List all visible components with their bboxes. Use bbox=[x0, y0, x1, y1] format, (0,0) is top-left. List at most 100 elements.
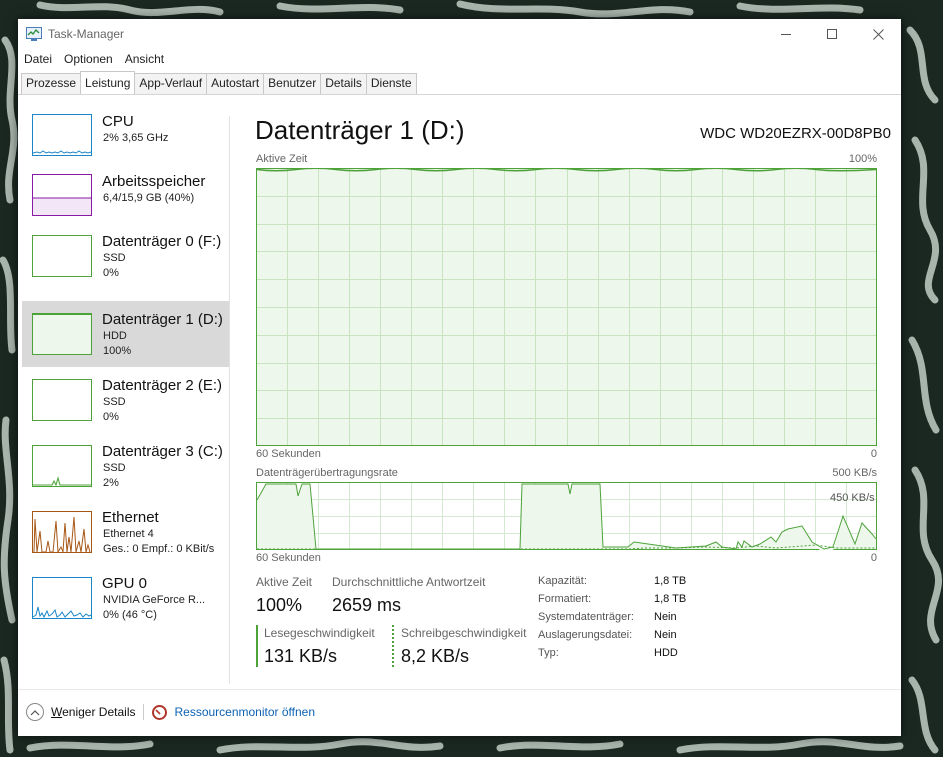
sidebar-item-cpu[interactable]: CPU 2% 3,65 GHz bbox=[22, 103, 229, 169]
sidebar-item-detail: 2% 3,65 GHz bbox=[103, 132, 169, 144]
write-speed-indicator bbox=[392, 625, 394, 667]
page-file-label: Auslagerungsdatei: bbox=[538, 629, 633, 641]
transfer-rate-graph-min: 0 bbox=[870, 552, 877, 564]
sidebar-item-disk-0[interactable]: Datenträger 0 (F:) SSD 0% bbox=[22, 233, 229, 301]
cpu-thumbnail-graph bbox=[32, 114, 92, 156]
sidebar-item-usage: 0% bbox=[103, 267, 119, 279]
active-time-graph-label: Aktive Zeit bbox=[256, 153, 308, 165]
menu-view[interactable]: Ansicht bbox=[119, 50, 170, 70]
sidebar-item-type: SSD bbox=[103, 252, 126, 264]
open-resource-monitor-link[interactable]: Ressourcenmonitor öffnen bbox=[174, 705, 315, 719]
sidebar-item-title: Datenträger 2 (E:) bbox=[102, 377, 223, 394]
performance-sidebar: CPU 2% 3,65 GHz Arbeitsspeicher 6,4/15,9… bbox=[22, 103, 229, 631]
tab-users[interactable]: Benutzer bbox=[263, 73, 322, 94]
sidebar-item-title: GPU 0 bbox=[102, 575, 148, 592]
tab-processes[interactable]: Prozesse bbox=[21, 73, 82, 94]
read-speed-indicator bbox=[256, 625, 258, 667]
sidebar-item-model: NVIDIA GeForce R... bbox=[103, 594, 206, 606]
memory-thumbnail-graph bbox=[32, 174, 92, 216]
sidebar-item-usage: 0% (46 °C) bbox=[103, 609, 157, 621]
sidebar-item-type: SSD bbox=[103, 396, 126, 408]
disk-title: Datenträger 1 (D:) bbox=[255, 115, 465, 145]
transfer-rate-graph-max: 500 KB/s bbox=[832, 467, 877, 479]
transfer-rate-graph-label: Datenträgerübertragungsrate bbox=[256, 467, 398, 479]
fewer-details-button[interactable] bbox=[26, 703, 44, 721]
resource-monitor-icon bbox=[152, 704, 168, 720]
task-manager-app-icon bbox=[26, 27, 42, 41]
disk-0-thumbnail-graph bbox=[32, 235, 92, 277]
capacity-value: 1,8 TB bbox=[654, 575, 687, 587]
title-bar[interactable]: Task-Manager bbox=[18, 19, 901, 49]
transfer-rate-graph-duration: 60 Sekunden bbox=[256, 552, 321, 564]
footer: Weniger Details Ressourcenmonitor öffnen bbox=[26, 702, 315, 722]
write-speed-value: 8,2 KB/s bbox=[401, 646, 470, 666]
transfer-rate-graph-secondary-scale: 450 KB/s bbox=[830, 492, 875, 504]
menu-file[interactable]: Datei bbox=[18, 50, 58, 70]
window-title: Task-Manager bbox=[48, 27, 125, 41]
system-disk-label: Systemdatenträger: bbox=[538, 611, 634, 623]
active-time-graph bbox=[256, 168, 877, 446]
active-time-graph-duration: 60 Sekunden bbox=[256, 448, 321, 460]
sidebar-item-disk-1[interactable]: Datenträger 1 (D:) HDD 100% bbox=[22, 301, 229, 367]
sidebar-divider bbox=[229, 116, 230, 684]
formatted-label: Formatiert: bbox=[538, 593, 592, 605]
sidebar-item-throughput: Ges.: 0 Empf.: 0 KBit/s bbox=[103, 543, 215, 555]
footer-separator bbox=[143, 704, 145, 720]
sidebar-item-ethernet[interactable]: Ethernet Ethernet 4 Ges.: 0 Empf.: 0 KBi… bbox=[22, 499, 229, 565]
sidebar-item-title: Datenträger 3 (C:) bbox=[102, 443, 223, 460]
minimize-button[interactable] bbox=[763, 19, 809, 49]
chevron-up-icon bbox=[30, 709, 40, 715]
menu-options[interactable]: Optionen bbox=[58, 50, 119, 70]
sidebar-item-gpu[interactable]: GPU 0 NVIDIA GeForce R... 0% (46 °C) bbox=[22, 565, 229, 631]
transfer-rate-graph bbox=[256, 482, 877, 550]
tab-app-history[interactable]: App-Verlauf bbox=[134, 73, 208, 94]
disk-3-thumbnail-graph bbox=[32, 445, 92, 487]
close-icon bbox=[872, 28, 884, 40]
fewer-details-mnemonic: W bbox=[51, 705, 63, 719]
menu-bar: Datei Optionen Ansicht bbox=[18, 50, 170, 70]
sidebar-item-title: Ethernet bbox=[102, 509, 159, 526]
sidebar-item-usage: 2% bbox=[103, 477, 119, 489]
disk-1-thumbnail-graph bbox=[32, 313, 92, 355]
write-speed-label: Schreibgeschwindigkeit bbox=[401, 626, 527, 640]
active-time-label: Aktive Zeit bbox=[256, 575, 313, 589]
formatted-value: 1,8 TB bbox=[654, 593, 687, 605]
sidebar-item-usage: 0% bbox=[103, 411, 119, 423]
sidebar-item-type: SSD bbox=[103, 462, 126, 474]
sidebar-item-usage: 100% bbox=[103, 345, 132, 357]
tab-startup[interactable]: Autostart bbox=[206, 73, 265, 94]
type-value: HDD bbox=[654, 647, 678, 659]
disk-model: WDC WD20EZRX-00D8PB0 bbox=[700, 125, 891, 142]
gpu-thumbnail-graph bbox=[32, 577, 92, 619]
avg-response-time-label: Durchschnittliche Antwortzeit bbox=[332, 575, 486, 589]
close-button[interactable] bbox=[855, 19, 901, 49]
maximize-icon bbox=[827, 29, 837, 39]
footer-divider bbox=[18, 689, 901, 690]
tab-details[interactable]: Details bbox=[320, 73, 367, 94]
sidebar-item-disk-2[interactable]: Datenträger 2 (E:) SSD 0% bbox=[22, 367, 229, 433]
sidebar-item-adapter: Ethernet 4 bbox=[103, 528, 154, 540]
maximize-button[interactable] bbox=[809, 19, 855, 49]
tab-bar: Prozesse Leistung App-Verlauf Autostart … bbox=[21, 71, 417, 94]
active-time-graph-max: 100% bbox=[848, 153, 877, 165]
page-file-value: Nein bbox=[654, 629, 677, 641]
tab-performance[interactable]: Leistung bbox=[80, 71, 136, 94]
tab-services[interactable]: Dienste bbox=[365, 73, 417, 94]
fewer-details-link[interactable]: Weniger Details bbox=[51, 705, 135, 719]
sidebar-item-memory[interactable]: Arbeitsspeicher 6,4/15,9 GB (40%) bbox=[22, 169, 229, 235]
ethernet-thumbnail-graph bbox=[32, 511, 92, 553]
sidebar-item-type: HDD bbox=[103, 330, 127, 342]
tab-divider bbox=[18, 94, 901, 95]
sidebar-item-title: Datenträger 1 (D:) bbox=[102, 311, 223, 328]
sidebar-item-title: Arbeitsspeicher bbox=[102, 173, 206, 190]
sidebar-item-title: CPU bbox=[102, 113, 134, 130]
read-speed-value: 131 KB/s bbox=[264, 646, 338, 666]
fewer-details-text: eniger Details bbox=[62, 705, 136, 719]
type-label: Typ: bbox=[538, 647, 559, 659]
task-manager-window: Task-Manager Datei Optionen Ansicht Proz… bbox=[18, 19, 901, 736]
active-time-graph-min: 0 bbox=[870, 448, 877, 460]
sidebar-item-title: Datenträger 0 (F:) bbox=[102, 233, 222, 250]
capacity-label: Kapazität: bbox=[538, 575, 587, 587]
sidebar-item-disk-3[interactable]: Datenträger 3 (C:) SSD 2% bbox=[22, 433, 229, 499]
sidebar-item-detail: 6,4/15,9 GB (40%) bbox=[103, 192, 195, 204]
